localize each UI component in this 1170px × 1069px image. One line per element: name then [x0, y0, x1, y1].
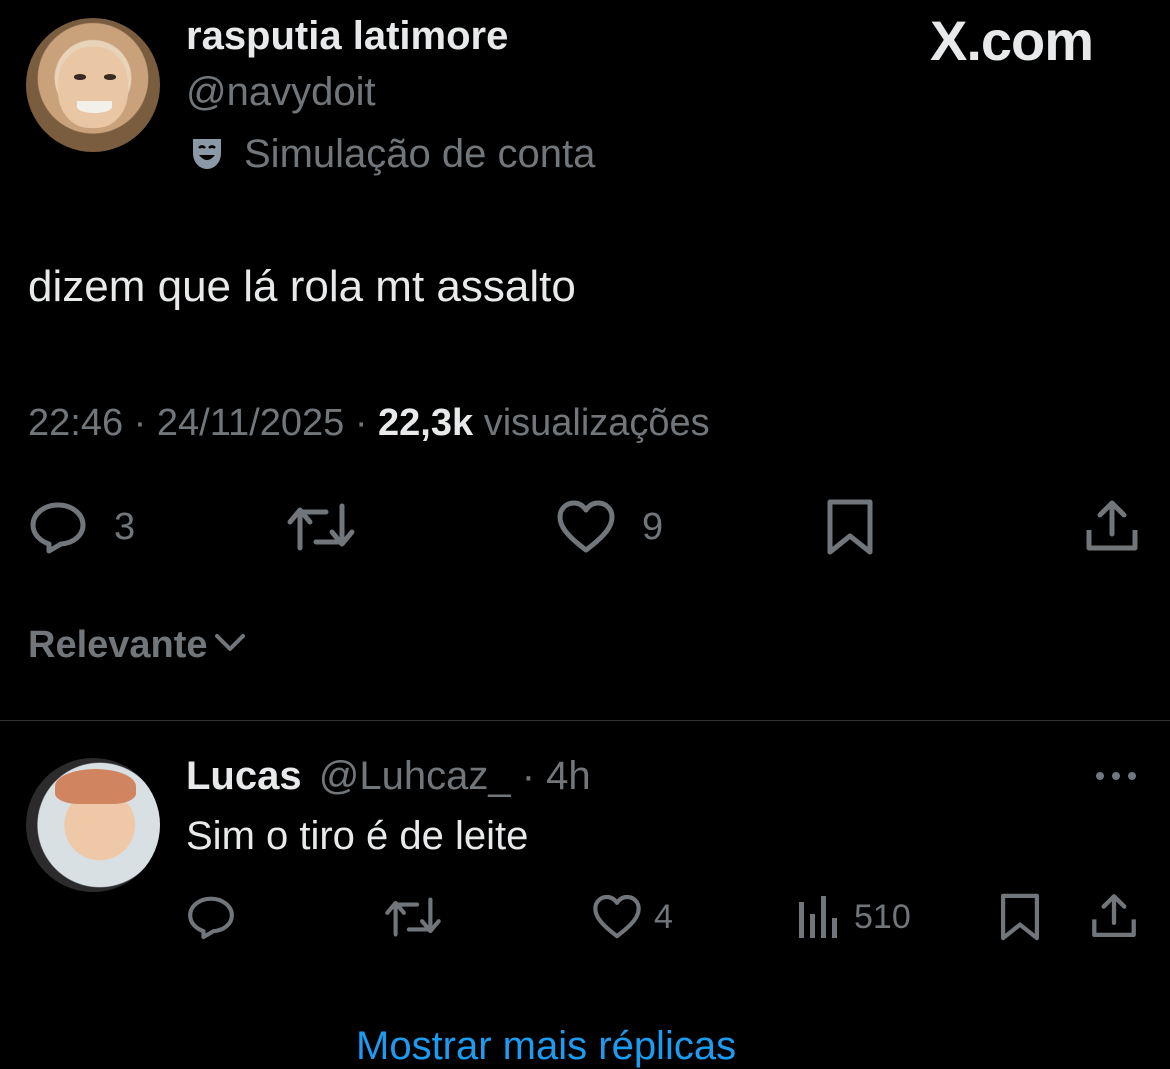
- tweet-date[interactable]: 24/11/2025: [157, 402, 344, 444]
- tweet-metadata: 22:46 · 24/11/2025 · 22,3k visualizações: [28, 402, 710, 445]
- reply-handle[interactable]: @Luhcaz_: [319, 754, 511, 798]
- chevron-down-icon: [214, 632, 246, 659]
- avatar-eye-left: [74, 74, 87, 80]
- show-more-replies-link[interactable]: Mostrar mais réplicas: [356, 1024, 736, 1069]
- metadata-separator: ·: [354, 402, 368, 444]
- reply-more-button[interactable]: [1094, 768, 1138, 789]
- sort-dropdown[interactable]: Relevante: [28, 624, 246, 667]
- account-label[interactable]: Simulação de conta: [188, 130, 595, 178]
- reply-age[interactable]: 4h: [546, 754, 591, 798]
- reply-author-avatar[interactable]: [26, 758, 160, 892]
- reply-icon: [28, 500, 88, 554]
- reply-retweet-button[interactable]: [384, 894, 442, 940]
- divider: [0, 720, 1170, 721]
- reply-views-count: 510: [854, 897, 911, 936]
- reply-icon: [186, 894, 236, 940]
- author-display-name[interactable]: rasputia latimore: [186, 14, 508, 59]
- reply-reply-button[interactable]: [186, 894, 236, 940]
- heart-icon: [556, 500, 616, 554]
- avatar-face: [58, 47, 128, 128]
- share-icon: [1090, 892, 1138, 940]
- views-count[interactable]: 22,3k: [378, 402, 473, 444]
- reply-like-button[interactable]: 4: [592, 894, 673, 940]
- like-count: 9: [642, 505, 664, 548]
- avatar-mouth: [76, 101, 112, 114]
- reply-bookmark-button[interactable]: [998, 892, 1042, 942]
- retweet-icon: [286, 500, 356, 554]
- heart-icon: [592, 894, 642, 940]
- reply-share-button[interactable]: [1090, 892, 1138, 940]
- share-icon: [1084, 498, 1140, 554]
- bookmark-icon: [824, 498, 876, 556]
- avatar-eye-right: [103, 74, 116, 80]
- sort-label: Relevante: [28, 624, 208, 666]
- reply-count: 3: [114, 505, 136, 548]
- tweet-time[interactable]: 22:46: [28, 402, 123, 444]
- reply-button[interactable]: 3: [28, 500, 135, 554]
- reply-separator: ·: [521, 754, 536, 798]
- reply-like-count: 4: [654, 897, 673, 936]
- avatar-hair: [55, 768, 136, 804]
- retweet-button[interactable]: [286, 500, 356, 554]
- share-button[interactable]: [1084, 498, 1140, 554]
- theater-mask-icon: [188, 135, 226, 173]
- bookmark-button[interactable]: [824, 498, 876, 556]
- more-horizontal-icon: [1094, 771, 1138, 788]
- bookmark-icon: [998, 892, 1042, 942]
- like-button[interactable]: 9: [556, 500, 663, 554]
- metadata-separator: ·: [133, 402, 147, 444]
- reply-display-name[interactable]: Lucas: [186, 754, 302, 798]
- reply-header: Lucas @Luhcaz_ · 4h: [186, 754, 591, 799]
- author-handle[interactable]: @navydoit: [186, 70, 376, 115]
- reply-views-button[interactable]: 510: [796, 894, 911, 940]
- views-label: visualizações: [483, 402, 710, 444]
- tweet-text: dizem que lá rola mt assalto: [28, 262, 576, 311]
- account-label-text: Simulação de conta: [244, 131, 596, 176]
- reply-text: Sim o tiro é de leite: [186, 814, 529, 858]
- retweet-icon: [384, 894, 442, 940]
- x-logo-watermark: X.com: [930, 9, 1094, 72]
- bar-chart-icon: [796, 894, 838, 940]
- author-avatar[interactable]: [26, 18, 160, 152]
